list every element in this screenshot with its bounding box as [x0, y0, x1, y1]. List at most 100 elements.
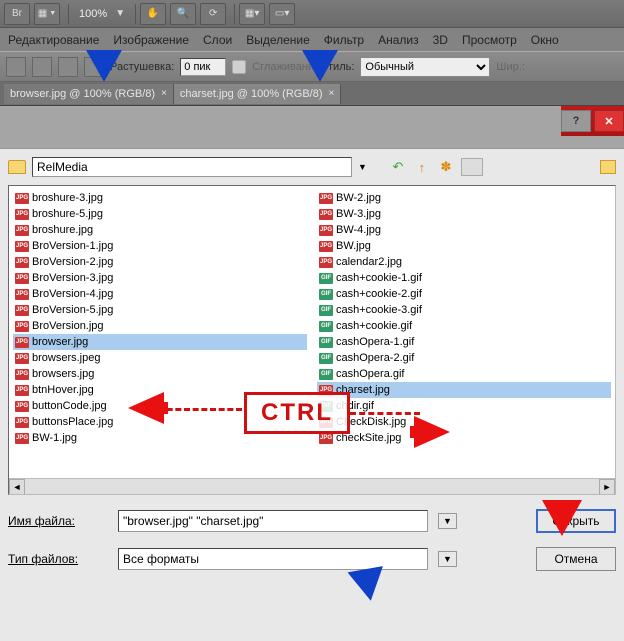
- view-mode-icon[interactable]: [461, 158, 483, 176]
- hscrollbar[interactable]: ◄ ►: [9, 478, 615, 494]
- file-name: BroVersion-2.jpg: [32, 256, 113, 268]
- file-item[interactable]: JPGbroshure-5.jpg: [13, 206, 307, 222]
- annotation-arrow-blue-3: [347, 566, 388, 604]
- menu-window[interactable]: Окно: [531, 33, 559, 47]
- jpg-file-icon: JPG: [319, 209, 333, 220]
- file-item[interactable]: GIFcash+cookie-3.gif: [317, 302, 611, 318]
- zoom-tool[interactable]: 🔍: [170, 3, 196, 25]
- filename-label: Имя файла:: [8, 514, 108, 528]
- annotation-ctrl-label: CTRL: [244, 392, 350, 434]
- menu-image[interactable]: Изображение: [113, 33, 189, 47]
- file-item[interactable]: GIFcashOpera-1.gif: [317, 334, 611, 350]
- doc-tab-browser[interactable]: browser.jpg @ 100% (RGB/8) ×: [4, 84, 174, 104]
- new-folder-icon[interactable]: ✽: [437, 158, 455, 176]
- filename-dropdown-icon[interactable]: ▼: [438, 513, 457, 529]
- jpg-file-icon: JPG: [15, 321, 29, 332]
- file-name: BroVersion-3.jpg: [32, 272, 113, 284]
- style-select[interactable]: Обычный: [360, 57, 490, 77]
- doc-tab-charset[interactable]: charset.jpg @ 100% (RGB/8) ×: [174, 84, 341, 104]
- file-item[interactable]: JPGcalendar2.jpg: [317, 254, 611, 270]
- hand-tool[interactable]: ✋: [140, 3, 166, 25]
- file-item[interactable]: JPGbroshure-3.jpg: [13, 190, 307, 206]
- arrange-button[interactable]: ▦▾: [239, 3, 265, 25]
- file-item[interactable]: GIFcash+cookie-2.gif: [317, 286, 611, 302]
- menu-edit[interactable]: Редактирование: [8, 33, 99, 47]
- file-item[interactable]: JPGbrowsers.jpg: [13, 366, 307, 382]
- file-item[interactable]: GIFcash+cookie.gif: [317, 318, 611, 334]
- menu-analysis[interactable]: Анализ: [378, 33, 419, 47]
- path-dropdown-icon[interactable]: ▼: [358, 162, 367, 172]
- close-tab-icon[interactable]: ×: [329, 88, 335, 99]
- menu-view[interactable]: Просмотр: [462, 33, 517, 47]
- screenmode-button[interactable]: ▭▾: [269, 3, 295, 25]
- menu-filter[interactable]: Фильтр: [324, 33, 364, 47]
- marquee-oval-icon[interactable]: [32, 57, 52, 77]
- zoom-value[interactable]: 100%: [79, 8, 107, 20]
- jpg-file-icon: JPG: [15, 369, 29, 380]
- file-item[interactable]: JPGBW.jpg: [317, 238, 611, 254]
- file-item[interactable]: JPGCheckDisk.jpg: [317, 414, 611, 430]
- file-name: cash+cookie.gif: [336, 320, 412, 332]
- close-tab-icon[interactable]: ×: [161, 88, 167, 99]
- scroll-left-icon[interactable]: ◄: [9, 479, 25, 495]
- fav-icon[interactable]: [600, 160, 616, 174]
- feather-input[interactable]: [180, 58, 226, 76]
- rotate-tool[interactable]: ⟳: [200, 3, 226, 25]
- file-item[interactable]: JPGBroVersion.jpg: [13, 318, 307, 334]
- annotation-red-arrow-down: [542, 500, 582, 536]
- marquee-single-row-icon[interactable]: [58, 57, 78, 77]
- jpg-file-icon: JPG: [15, 417, 29, 428]
- file-name: calendar2.jpg: [336, 256, 402, 268]
- file-item[interactable]: JPGBroVersion-4.jpg: [13, 286, 307, 302]
- width-label: Шир.:: [496, 61, 524, 73]
- file-name: BroVersion-1.jpg: [32, 240, 113, 252]
- jpg-file-icon: JPG: [15, 241, 29, 252]
- jpg-file-icon: JPG: [15, 193, 29, 204]
- marquee-rect-icon[interactable]: [6, 57, 26, 77]
- file-item[interactable]: GIFcashOpera.gif: [317, 366, 611, 382]
- gif-file-icon: GIF: [319, 305, 333, 316]
- file-name: buttonCode.jpg: [32, 400, 107, 412]
- path-input[interactable]: [32, 157, 352, 177]
- file-item[interactable]: JPGBroVersion-5.jpg: [13, 302, 307, 318]
- menu-layers[interactable]: Слои: [203, 33, 232, 47]
- jpg-file-icon: JPG: [15, 257, 29, 268]
- file-item[interactable]: JPGcharset.jpg: [317, 382, 611, 398]
- file-item[interactable]: JPGBW-4.jpg: [317, 222, 611, 238]
- file-item[interactable]: JPGBroVersion-2.jpg: [13, 254, 307, 270]
- filetype-dropdown-icon[interactable]: ▼: [438, 551, 457, 567]
- file-item[interactable]: JPGbrowser.jpg: [13, 334, 307, 350]
- bridge-button[interactable]: Br: [4, 3, 30, 25]
- scroll-right-icon[interactable]: ►: [599, 479, 615, 495]
- file-name: cash+cookie-2.gif: [336, 288, 422, 300]
- file-item[interactable]: JPGBroVersion-1.jpg: [13, 238, 307, 254]
- menu-3d[interactable]: 3D: [433, 33, 448, 47]
- close-button[interactable]: ✕: [594, 110, 624, 132]
- file-item[interactable]: JPGcheckSite.jpg: [317, 430, 611, 446]
- help-button[interactable]: ?: [561, 110, 591, 132]
- jpg-file-icon: JPG: [15, 385, 29, 396]
- jpg-file-icon: JPG: [15, 401, 29, 412]
- layout-button[interactable]: ▦▼: [34, 3, 60, 25]
- file-item[interactable]: JPGBroVersion-3.jpg: [13, 270, 307, 286]
- zoom-dropdown[interactable]: ▼: [113, 3, 127, 25]
- file-name: BW-3.jpg: [336, 208, 381, 220]
- cancel-button[interactable]: Отмена: [536, 547, 616, 571]
- jpg-file-icon: JPG: [15, 433, 29, 444]
- file-item[interactable]: JPGbroshure.jpg: [13, 222, 307, 238]
- filename-input[interactable]: [118, 510, 428, 532]
- file-item[interactable]: JPGBW-2.jpg: [317, 190, 611, 206]
- file-name: cashOpera.gif: [336, 368, 404, 380]
- up-folder-icon[interactable]: ↑: [413, 158, 431, 176]
- annotation-dash-right: [350, 412, 420, 415]
- file-list: JPGbroshure-3.jpgJPGbroshure-5.jpgJPGbro…: [8, 185, 616, 495]
- jpg-file-icon: JPG: [15, 337, 29, 348]
- file-item[interactable]: JPGbrowsers.jpeg: [13, 350, 307, 366]
- menu-select[interactable]: Выделение: [246, 33, 310, 47]
- file-item[interactable]: GIFcash+cookie-1.gif: [317, 270, 611, 286]
- back-icon[interactable]: ↶: [389, 158, 407, 176]
- file-item[interactable]: GIFcashOpera-2.gif: [317, 350, 611, 366]
- annotation-arrow-blue-2: [302, 50, 338, 82]
- file-item[interactable]: JPGBW-3.jpg: [317, 206, 611, 222]
- antialias-checkbox: [232, 60, 246, 74]
